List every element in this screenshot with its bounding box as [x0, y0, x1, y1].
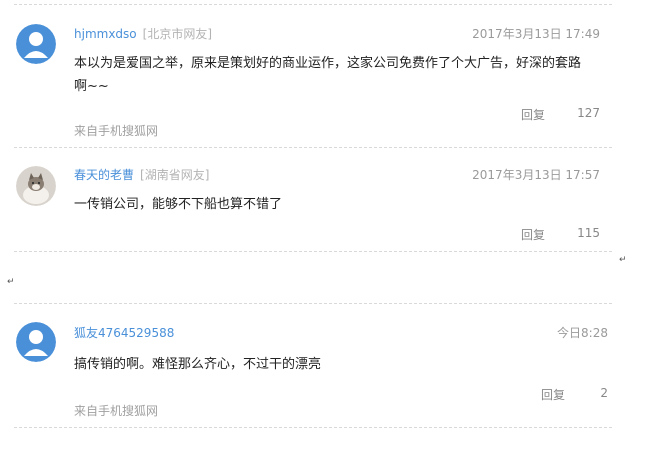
comment-username[interactable]: 狐友4764529588	[74, 324, 174, 341]
paragraph-mark: ↵	[619, 255, 627, 265]
comment-text: 搞传销的啊。难怪那么齐心，不过干的漂亮	[74, 353, 614, 376]
like-count: 115	[577, 226, 600, 240]
reply-button[interactable]: 回复	[521, 226, 545, 243]
username-link[interactable]: 狐友4764529588	[74, 326, 174, 340]
comment-source: 来自手机搜狐网	[74, 124, 159, 138]
default-avatar-icon	[16, 24, 56, 64]
comment-username[interactable]: hjmmxdso [北京市网友]	[74, 25, 212, 42]
comment-source: 来自手机搜狐网	[74, 404, 159, 418]
comment-divider	[14, 427, 612, 428]
comment-divider	[14, 147, 612, 148]
like-count: 2	[600, 386, 608, 400]
default-avatar-icon	[16, 322, 56, 362]
comment-text: 一传销公司，能够不下船也算不错了	[74, 193, 614, 216]
username-link[interactable]: 春天的老曹	[74, 168, 134, 182]
comment-time: 今日8:28	[557, 326, 608, 340]
like-count: 127	[577, 106, 600, 120]
comment-divider	[14, 251, 612, 252]
user-location: [湖南省网友]	[140, 168, 210, 182]
reply-button[interactable]: 回复	[541, 386, 565, 403]
paragraph-mark: ↵	[7, 277, 15, 287]
user-avatar[interactable]	[16, 24, 56, 64]
comment-divider	[14, 303, 612, 304]
comment-text-line: 本以为是爱国之举，原来是策划好的商业运作，这家公司免费作了个大广告，好深的套路	[74, 56, 582, 71]
comment-divider	[14, 4, 612, 5]
comment-text: 本以为是爱国之举，原来是策划好的商业运作，这家公司免费作了个大广告，好深的套路 …	[74, 52, 614, 98]
reply-button[interactable]: 回复	[521, 106, 545, 123]
comment-text-line: 搞传销的啊。难怪那么齐心，不过干的漂亮	[74, 357, 322, 372]
username-link[interactable]: hjmmxdso	[74, 27, 137, 41]
comment-text-line: 啊~~	[74, 79, 109, 94]
comment-text-line: 一传销公司，能够不下船也算不错了	[74, 197, 283, 212]
comment-username[interactable]: 春天的老曹 [湖南省网友]	[74, 166, 209, 183]
comment-time: 2017年3月13日 17:57	[472, 168, 600, 182]
user-avatar[interactable]	[16, 322, 56, 362]
cat-photo-avatar	[16, 166, 56, 206]
user-location: [北京市网友]	[142, 27, 213, 41]
comment-time: 2017年3月13日 17:49	[472, 27, 600, 41]
user-avatar[interactable]	[16, 166, 56, 206]
